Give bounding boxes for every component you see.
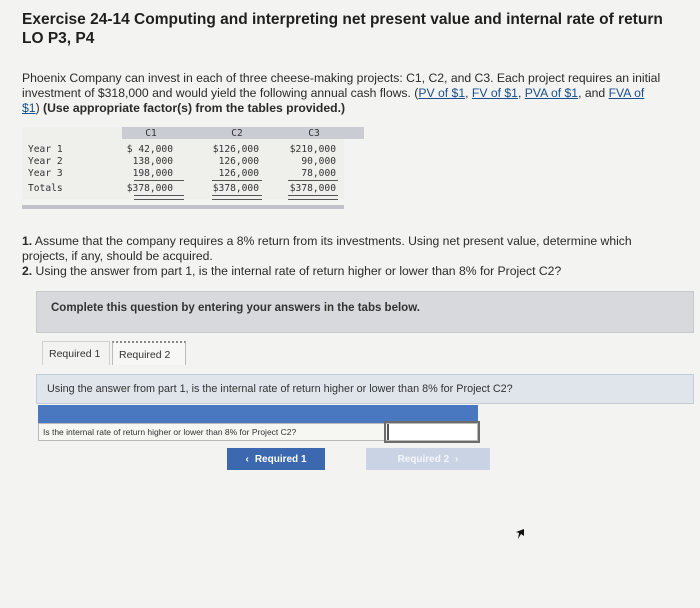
total-double-rule [212,195,262,200]
complete-banner: Complete this question by entering your … [36,291,694,333]
cash-flow-cell: 138,000 [132,156,173,167]
cash-flow-table: C1 C2 C3 Year 1 $ 42,000 $126,000 $210,000 Year… [22,127,364,200]
mouse-cursor-icon [516,529,524,539]
tab-required-2[interactable]: Required 2 [112,341,186,365]
cash-flow-cell: $378,000 [289,183,336,194]
q2-text: Using the answer from part 1, is the int… [32,264,562,278]
row-label: Totals [28,183,63,194]
answer-row: Is the internal rate of return higher or… [38,423,478,441]
answer-header-bar [38,405,478,423]
title-line-2: LO P3, P4 [22,30,95,47]
cash-flow-cell: 90,000 [301,156,336,167]
subtotal-rule [288,180,338,181]
total-double-rule [134,195,184,200]
paren-close: ) [35,101,40,115]
next-button-label: Required 2 [397,453,450,465]
table-bottom-bar [22,205,344,209]
intro-paragraph: Phoenix Company can invest in each of th… [22,71,662,116]
q1-number: 1. [22,234,33,248]
chevron-left-icon: ‹ [245,453,249,465]
row-label: Year 2 [28,156,63,167]
cash-flow-cell: $378,000 [126,183,173,194]
sep-2: , [517,86,525,100]
link-pv[interactable]: PV of $1 [418,86,465,100]
cash-flow-cell: $210,000 [289,144,336,155]
answer-input[interactable] [387,424,477,440]
tab-required-1[interactable]: Required 1 [42,341,110,365]
link-pva[interactable]: PVA of $1 [525,86,578,100]
sep-3: , and [578,86,609,100]
cash-flow-cell: 198,000 [132,168,173,179]
subtotal-rule [134,180,184,181]
intro-instruction: (Use appropriate factor(s) from the tabl… [43,101,346,115]
question-2: 2. Using the answer from part 1, is the … [22,264,662,279]
sep-1: , [465,86,472,100]
chevron-right-icon: › [455,453,459,465]
subtotal-rule [212,180,262,181]
title-line-1: Exercise 24-14 Computing and interpretin… [22,11,663,28]
link-fv[interactable]: FV of $1 [472,86,518,100]
exercise-title: Exercise 24-14 Computing and interpretin… [22,10,682,48]
row-label: Year 3 [28,168,63,179]
next-required-button[interactable]: Required 2 › [366,448,490,470]
total-double-rule [288,195,338,200]
question-1: 1. Assume that the company requires a 8%… [22,234,662,264]
q2-number: 2. [22,264,33,278]
cash-flow-cell: $378,000 [212,183,259,194]
row-label: Year 1 [28,144,63,155]
prev-button-label: Required 1 [254,453,307,465]
prev-required-button[interactable]: ‹ Required 1 [227,448,325,470]
cash-flow-cell: 78,000 [301,168,336,179]
cash-flow-cell: 126,000 [218,168,259,179]
column-header-c1: C1 [145,128,157,139]
cash-flow-cell: $ 42,000 [126,144,173,155]
answer-label: Is the internal rate of return higher or… [43,427,297,437]
tab-question: Using the answer from part 1, is the int… [36,374,694,404]
column-header-c3: C3 [308,128,320,139]
q1-text: Assume that the company requires a 8% re… [22,234,632,263]
cash-flow-cell: 126,000 [218,156,259,167]
column-header-c2: C2 [231,128,243,139]
cash-flow-cell: $126,000 [212,144,259,155]
question-list: 1. Assume that the company requires a 8%… [22,234,662,279]
